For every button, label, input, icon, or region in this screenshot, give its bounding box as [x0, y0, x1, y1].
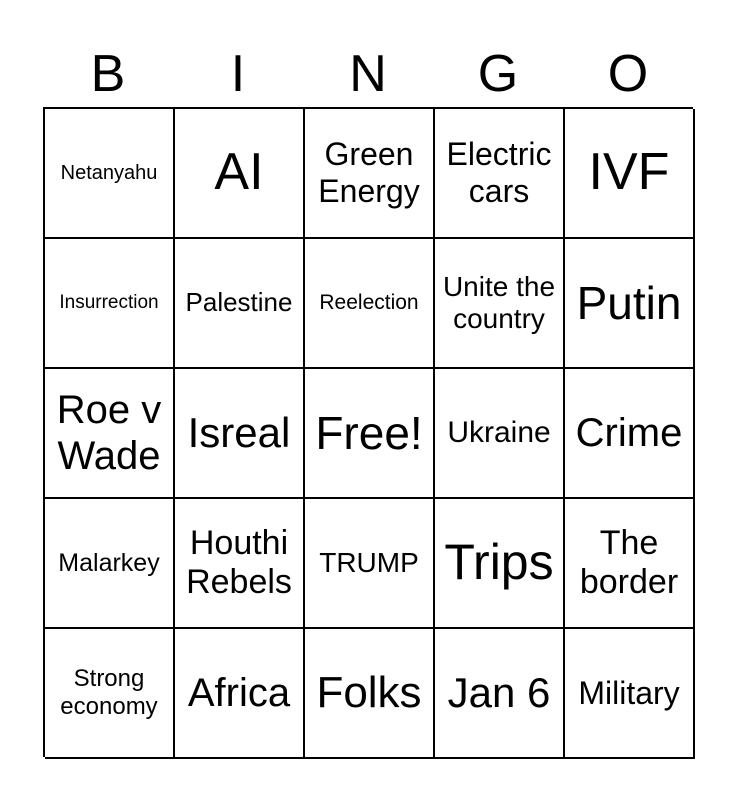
- bingo-cell[interactable]: The border: [565, 499, 695, 629]
- header-letter-i: I: [230, 45, 246, 103]
- bingo-cell[interactable]: Malarkey: [45, 499, 175, 629]
- bingo-cell[interactable]: Putin: [565, 239, 695, 369]
- bingo-cell[interactable]: Electric cars: [435, 109, 565, 239]
- header-letter-n: N: [349, 45, 387, 103]
- bingo-cell[interactable]: Strong economy: [45, 629, 175, 759]
- bingo-cell[interactable]: Insurrection: [45, 239, 175, 369]
- bingo-cell[interactable]: AI: [175, 109, 305, 239]
- bingo-cell[interactable]: TRUMP: [305, 499, 435, 629]
- bingo-cell[interactable]: Africa: [175, 629, 305, 759]
- bingo-cell[interactable]: Folks: [305, 629, 435, 759]
- bingo-cell[interactable]: Trips: [435, 499, 565, 629]
- bingo-cell[interactable]: Crime: [565, 369, 695, 499]
- header-letter-b: B: [90, 45, 126, 103]
- bingo-header: B I N G O: [43, 44, 693, 104]
- bingo-cell[interactable]: Netanyahu: [45, 109, 175, 239]
- bingo-cell[interactable]: Isreal: [175, 369, 305, 499]
- header-letter-o: O: [607, 45, 649, 103]
- bingo-cell[interactable]: Green Energy: [305, 109, 435, 239]
- bingo-cell[interactable]: Reelection: [305, 239, 435, 369]
- bingo-card-grid: Netanyahu AI Green Energy Electric cars IVF I…: [43, 107, 695, 759]
- bingo-cell[interactable]: Ukraine: [435, 369, 565, 499]
- bingo-cell[interactable]: Palestine: [175, 239, 305, 369]
- bingo-cell[interactable]: Houthi Rebels: [175, 499, 305, 629]
- header-letter-g: G: [477, 45, 519, 103]
- bingo-cell[interactable]: Roe v Wade: [45, 369, 175, 499]
- bingo-cell[interactable]: Unite the country: [435, 239, 565, 369]
- bingo-cell[interactable]: Free!: [305, 369, 435, 499]
- bingo-cell[interactable]: IVF: [565, 109, 695, 239]
- bingo-cell[interactable]: Jan 6: [435, 629, 565, 759]
- bingo-cell[interactable]: Military: [565, 629, 695, 759]
